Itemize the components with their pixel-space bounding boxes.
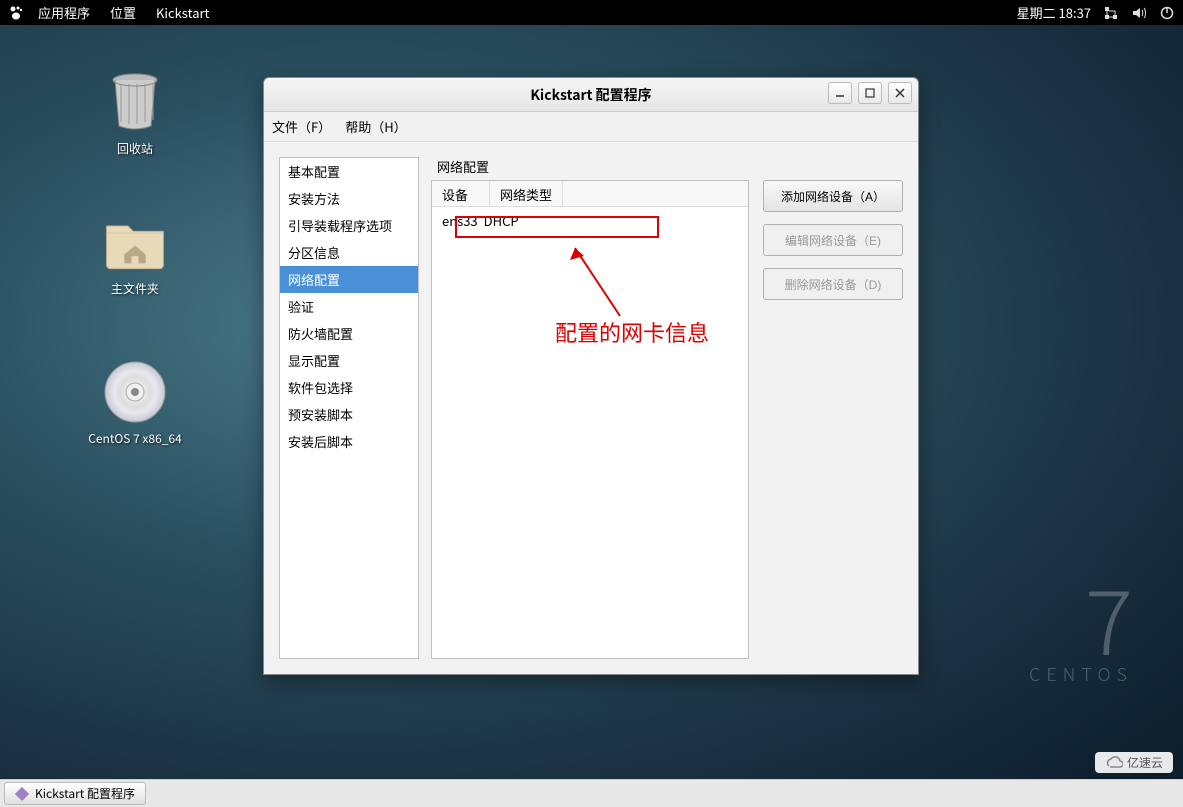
kickstart-window: Kickstart 配置程序 文件（F） 帮助（H） 基本配置安装方法引导装载程… [263,77,919,675]
cell-type: DHCP [484,211,519,230]
sidebar-item[interactable]: 验证 [280,293,418,320]
trash-icon [103,70,167,134]
folder-home-icon [103,210,167,274]
desktop-icon-home[interactable]: 主文件夹 [75,210,195,297]
taskbar-item-label: Kickstart 配置程序 [35,785,135,802]
sidebar-item[interactable]: 安装后脚本 [280,428,418,455]
centos-watermark: 7 CENTOS [1029,571,1133,687]
network-icon[interactable] [1103,5,1119,21]
top-panel: 应用程序 位置 Kickstart 星期二 18:37 [0,0,1183,25]
titlebar[interactable]: Kickstart 配置程序 [264,78,918,112]
brand-watermark: 亿速云 [1095,752,1173,773]
menu-help[interactable]: 帮助（H） [345,117,406,136]
sidebar-item[interactable]: 软件包选择 [280,374,418,401]
edit-device-button[interactable]: 编辑网络设备（E) [763,224,903,256]
sidebar-item[interactable]: 预安装脚本 [280,401,418,428]
desktop-icon-label: 回收站 [75,140,195,157]
panel-label-network: 网络配置 [431,157,903,176]
sidebar-item[interactable]: 显示配置 [280,347,418,374]
sidebar: 基本配置安装方法引导装载程序选项分区信息网络配置验证防火墙配置显示配置软件包选择… [279,157,419,659]
desktop-icon-trash[interactable]: 回收站 [75,70,195,157]
clock[interactable]: 星期二 18:37 [1017,3,1091,22]
delete-device-button[interactable]: 删除网络设备（D) [763,268,903,300]
menu-appname[interactable]: Kickstart [146,3,219,22]
volume-icon[interactable] [1131,5,1147,21]
cd-icon [103,360,167,424]
taskbar-item-kickstart[interactable]: Kickstart 配置程序 [4,782,146,805]
sidebar-item[interactable]: 分区信息 [280,239,418,266]
sidebar-item[interactable]: 网络配置 [280,266,418,293]
menu-file[interactable]: 文件（F） [272,117,331,136]
sidebar-item[interactable]: 引导装载程序选项 [280,212,418,239]
menubar: 文件（F） 帮助（H） [264,112,918,142]
desktop-icon-label: CentOS 7 x86_64 [75,430,195,447]
menu-places[interactable]: 位置 [100,3,146,22]
sidebar-item[interactable]: 防火墙配置 [280,320,418,347]
desktop-icon-label: 主文件夹 [75,280,195,297]
maximize-button[interactable] [858,82,882,104]
minimize-button[interactable] [828,82,852,104]
window-title: Kickstart 配置程序 [530,85,651,105]
sidebar-item[interactable]: 基本配置 [280,158,418,185]
cell-device: ens33 [442,211,478,230]
table-row[interactable]: ens33 DHCP [432,207,748,234]
taskbar: Kickstart 配置程序 [0,779,1183,807]
col-type[interactable]: 网络类型 [490,181,563,206]
col-device[interactable]: 设备 [432,181,490,206]
close-button[interactable] [888,82,912,104]
app-icon [15,787,29,801]
gnome-foot-icon [8,5,28,21]
sidebar-item[interactable]: 安装方法 [280,185,418,212]
power-icon[interactable] [1159,5,1175,21]
device-table[interactable]: 设备 网络类型 ens33 DHCP [431,180,749,659]
menu-applications[interactable]: 应用程序 [28,3,100,22]
desktop-icon-cd[interactable]: CentOS 7 x86_64 [75,360,195,447]
add-device-button[interactable]: 添加网络设备（A） [763,180,903,212]
